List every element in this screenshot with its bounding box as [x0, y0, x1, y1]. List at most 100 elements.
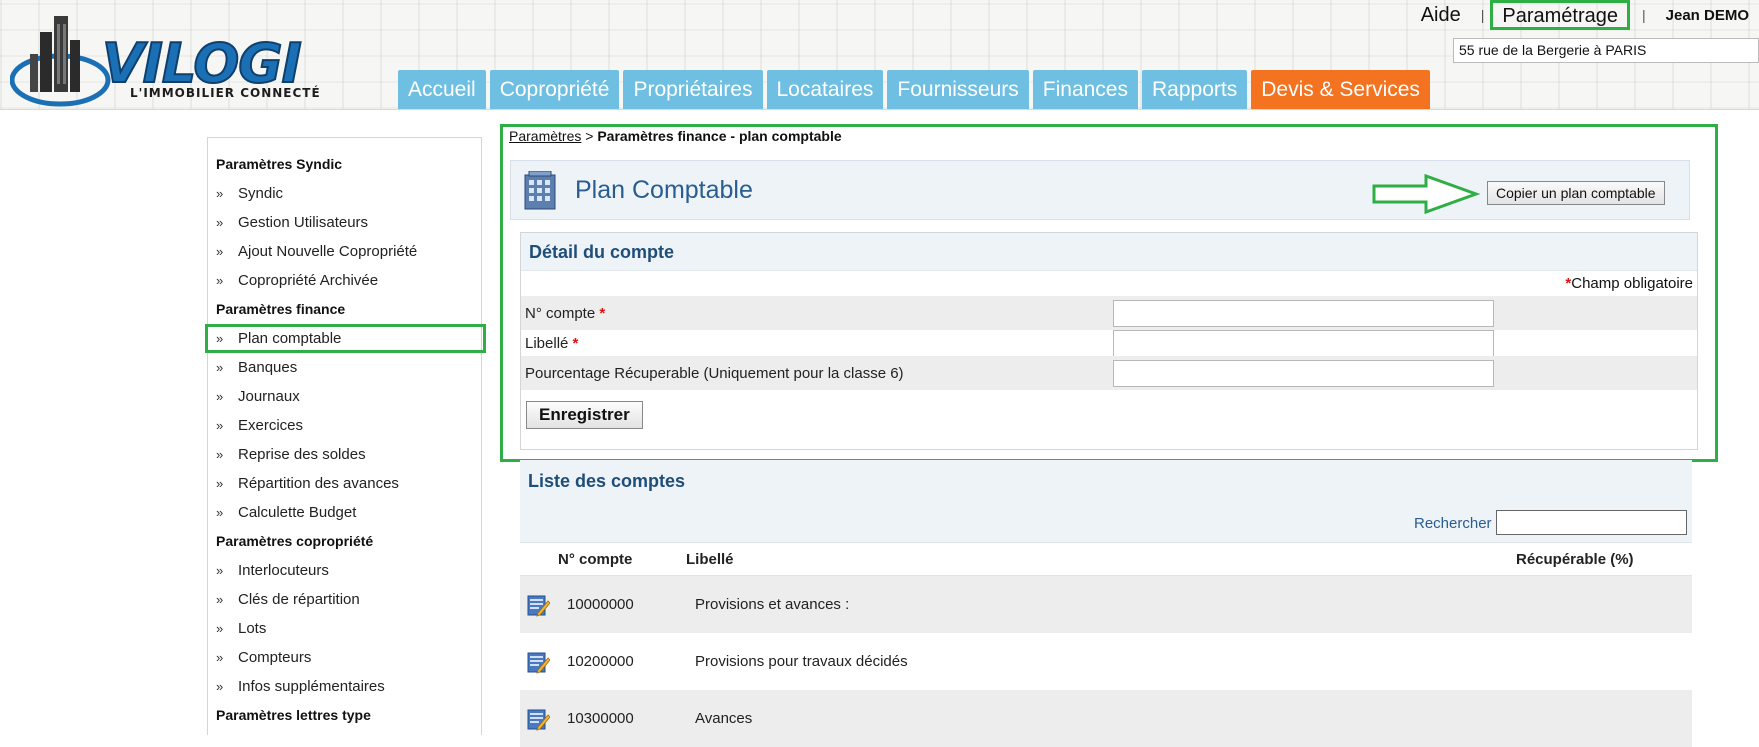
main-nav: Accueil Copropriété Propriétaires Locata… — [398, 70, 1434, 109]
vilogi-logo[interactable]: VILOGI L'IMMOBILIER CONNECTÉ — [10, 10, 330, 108]
sidebar-item-label: Syndic — [238, 185, 284, 202]
edit-icon[interactable] — [526, 593, 550, 617]
sidebar-item-label: Exercices — [238, 417, 304, 434]
accounts-list: Liste des comptes Rechercher N° compte L… — [520, 460, 1692, 747]
sidebar-item-reprise-soldes[interactable]: » Reprise des soldes — [208, 440, 481, 469]
row-libelle: Avances — [695, 710, 753, 727]
sidebar-item-banques[interactable]: » Banques — [208, 353, 481, 382]
top-separator: | — [1480, 7, 1485, 23]
settings-link[interactable]: Paramétrage — [1490, 0, 1630, 30]
sidebar-item-gestion-utilisateurs[interactable]: » Gestion Utilisateurs — [208, 208, 481, 237]
nav-tab-locataires[interactable]: Locataires — [766, 70, 884, 109]
column-header-libelle[interactable]: Libellé — [686, 551, 734, 568]
sidebar-item-journaux[interactable]: » Journaux — [208, 382, 481, 411]
sidebar-item-plan-comptable[interactable]: » Plan comptable — [205, 324, 486, 353]
help-link[interactable]: Aide — [1421, 4, 1461, 27]
nav-tab-accueil[interactable]: Accueil — [398, 70, 486, 109]
nav-tab-copropriete[interactable]: Copropriété — [489, 70, 620, 109]
nav-tab-finances[interactable]: Finances — [1032, 70, 1138, 109]
required-note-text: Champ obligatoire — [1571, 275, 1693, 292]
breadcrumb-separator: > — [585, 128, 594, 144]
recoverable-percent-input[interactable] — [1113, 359, 1494, 387]
copy-chart-of-accounts-button[interactable]: Copier un plan comptable — [1487, 181, 1665, 205]
recoverable-percent-label: Pourcentage Récuperable (Uniquement pour… — [525, 364, 904, 382]
logo-tagline: L'IMMOBILIER CONNECTÉ — [130, 86, 321, 100]
user-name[interactable]: Jean DEMO — [1666, 7, 1749, 24]
search-label: Rechercher — [1414, 515, 1492, 532]
sidebar-item-copropriete-archivee[interactable]: » Copropriété Archivée — [208, 266, 481, 295]
row-libelle: Provisions et avances : — [695, 596, 850, 613]
table-row[interactable]: 10000000 Provisions et avances : — [520, 576, 1692, 633]
sidebar-item-label: Gestion Utilisateurs — [238, 214, 369, 231]
sidebar-item-exercices[interactable]: » Exercices — [208, 411, 481, 440]
chevron-right-icon: » — [216, 244, 223, 259]
field-row-account-number: N° compte * — [521, 296, 1697, 330]
sidebar-item-cles-repartition[interactable]: » Clés de répartition — [208, 585, 481, 614]
address-selector[interactable]: 55 rue de la Bergerie à PARIS — [1453, 38, 1759, 63]
chevron-right-icon: » — [216, 592, 223, 607]
sidebar-item-repartition-avances[interactable]: » Répartition des avances — [208, 469, 481, 498]
sidebar-item-ajout-copropriete[interactable]: » Ajout Nouvelle Copropriété — [208, 237, 481, 266]
sidebar-item-label: Copropriété Archivée — [238, 272, 379, 289]
nav-tab-rapports[interactable]: Rapports — [1142, 70, 1248, 109]
accounts-list-title: Liste des comptes — [520, 460, 1692, 502]
sidebar-item-label: Lots — [238, 620, 267, 637]
account-detail-title: Détail du compte — [521, 233, 1697, 271]
chevron-right-icon: » — [216, 273, 223, 288]
account-number-label: N° compte * — [525, 304, 606, 322]
breadcrumb-current: Paramètres finance - plan comptable — [597, 128, 842, 144]
nav-tab-proprietaires[interactable]: Propriétaires — [623, 70, 763, 109]
building-icon — [524, 171, 556, 210]
arrow-right-icon — [1372, 173, 1481, 215]
plan-comptable-header: Plan Comptable Copier un plan comptable — [510, 160, 1690, 220]
search-input[interactable] — [1496, 510, 1687, 535]
sidebar-item-lots[interactable]: » Lots — [208, 614, 481, 643]
sidebar-section-syndic: Paramètres Syndic — [216, 156, 343, 172]
row-account-number: 10300000 — [567, 710, 634, 727]
sidebar-item-label: Interlocuteurs — [238, 562, 329, 579]
field-row-label: Libellé * — [521, 326, 1697, 360]
sidebar-item-label: Plan comptable — [238, 330, 342, 347]
account-number-input[interactable] — [1113, 299, 1494, 327]
chevron-right-icon: » — [216, 186, 223, 201]
sidebar-item-label: Calculette Budget — [238, 504, 357, 521]
sidebar-item-label: Reprise des soldes — [238, 446, 366, 463]
field-row-recoverable-percent: Pourcentage Récuperable (Uniquement pour… — [521, 356, 1697, 390]
required-note: *Champ obligatoire — [1565, 275, 1693, 292]
app-header: VILOGI L'IMMOBILIER CONNECTÉ Aide | Para… — [0, 0, 1759, 110]
sidebar-item-label: Clés de répartition — [238, 591, 360, 608]
sidebar-item-syndic[interactable]: » Syndic — [208, 179, 481, 208]
search-bar: Rechercher — [520, 502, 1692, 542]
nav-tab-devis-services[interactable]: Devis & Services — [1251, 70, 1430, 109]
edit-icon[interactable] — [526, 650, 550, 674]
sidebar-item-compteurs[interactable]: » Compteurs — [208, 643, 481, 672]
chevron-right-icon: » — [216, 679, 223, 694]
table-row[interactable]: 10200000 Provisions pour travaux décidés — [520, 633, 1692, 690]
chevron-right-icon: » — [216, 505, 223, 520]
save-button[interactable]: Enregistrer — [526, 401, 643, 429]
chevron-right-icon: » — [216, 563, 223, 578]
nav-tab-fournisseurs[interactable]: Fournisseurs — [887, 70, 1029, 109]
table-row[interactable]: 10300000 Avances — [520, 690, 1692, 747]
account-detail-form: Détail du compte *Champ obligatoire N° c… — [520, 232, 1698, 450]
settings-sidebar: Paramètres Syndic » Syndic » Gestion Utili… — [205, 137, 486, 735]
column-header-recoverable[interactable]: Récupérable (%) — [1516, 551, 1634, 568]
chevron-right-icon: » — [216, 621, 223, 636]
chevron-right-icon: » — [216, 476, 223, 491]
chevron-right-icon: » — [216, 650, 223, 665]
chevron-right-icon: » — [216, 418, 223, 433]
page-title: Plan Comptable — [575, 176, 753, 204]
sidebar-section-lettres-type: Paramètres lettres type — [216, 707, 371, 723]
chevron-right-icon: » — [216, 360, 223, 375]
sidebar-item-calculette-budget[interactable]: » Calculette Budget — [208, 498, 481, 527]
breadcrumb-link-parametres[interactable]: Paramètres — [509, 128, 581, 144]
row-account-number: 10000000 — [567, 596, 634, 613]
sidebar-item-label: Banques — [238, 359, 298, 376]
column-header-account-number[interactable]: N° compte — [558, 551, 632, 568]
edit-icon[interactable] — [526, 707, 550, 731]
sidebar-item-interlocuteurs[interactable]: » Interlocuteurs — [208, 556, 481, 585]
sidebar-item-infos-supplementaires[interactable]: » Infos supplémentaires — [208, 672, 481, 701]
libelle-input[interactable] — [1113, 329, 1494, 357]
sidebar-section-finance: Paramètres finance — [216, 301, 346, 317]
top-separator: | — [1642, 7, 1646, 23]
